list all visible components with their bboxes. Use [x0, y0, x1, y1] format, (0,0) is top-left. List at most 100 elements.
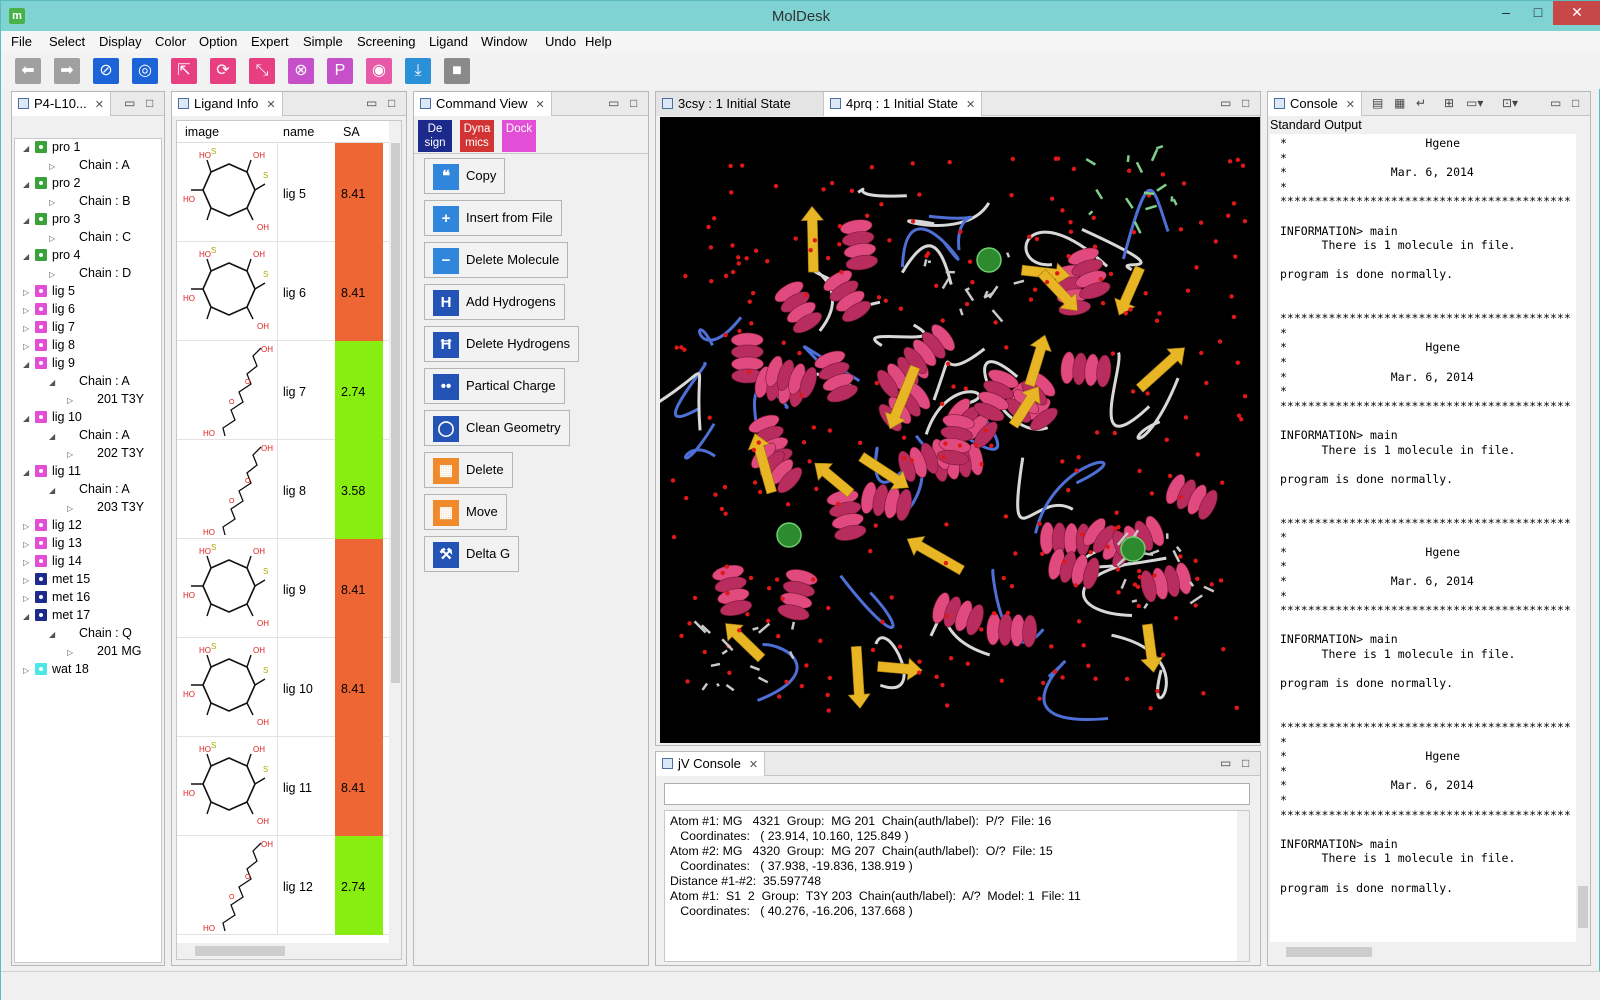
tree-item[interactable]: ▷ 201 MG	[67, 644, 141, 661]
scroll-lock-icon[interactable]: ▦	[1394, 96, 1405, 110]
tree-item[interactable]: ▷ lig 8	[23, 338, 75, 355]
menu-display[interactable]: Display	[99, 34, 142, 49]
expand-toggle-icon[interactable]: ▷	[67, 648, 79, 657]
tree-item[interactable]: ▷ Chain : A	[49, 158, 130, 175]
expand-toggle-icon[interactable]: ▷	[67, 504, 79, 513]
ligand-row[interactable]: HO OH HO OH S Slig 5 8.41	[177, 143, 389, 242]
expand-toggle-icon[interactable]: ▷	[49, 234, 61, 243]
vertical-scrollbar[interactable]	[389, 121, 401, 943]
stop-square-icon[interactable]: ■	[444, 58, 470, 84]
maximize-panel-icon[interactable]: □	[1572, 96, 1579, 110]
tree-item[interactable]: ◢ Chain : Q	[49, 626, 132, 643]
close-icon[interactable]: ✕	[1346, 99, 1355, 111]
tree-item[interactable]: ▷ lig 13	[23, 536, 82, 553]
maximize-button[interactable]: □	[1521, 1, 1555, 25]
clear-console-icon[interactable]: ▤	[1372, 96, 1383, 110]
tab-jv-console[interactable]: jV Console ✕	[656, 752, 766, 776]
ligand-row[interactable]: HO OH HO OH S Slig 9 8.41	[177, 539, 389, 638]
maximize-panel-icon[interactable]: □	[1242, 756, 1249, 770]
mode-tab-dock[interactable]: Dock	[502, 120, 536, 152]
add-hydrogens-button[interactable]: H Add Hydrogens	[424, 284, 565, 320]
collapse-toggle-icon[interactable]: ◢	[49, 486, 61, 495]
vertical-scrollbar[interactable]	[1576, 134, 1590, 942]
expand-toggle-icon[interactable]: ▷	[23, 522, 35, 531]
tree-item[interactable]: ▷ Chain : C	[49, 230, 131, 247]
ligand-row[interactable]: OH O O HO lig 8 3.58	[177, 440, 389, 539]
close-icon[interactable]: ✕	[536, 99, 545, 111]
menu-file[interactable]: File	[11, 34, 32, 49]
tab-console[interactable]: Console ✕	[1268, 92, 1362, 116]
horizontal-scrollbar[interactable]	[1270, 944, 1576, 960]
minimize-panel-icon[interactable]: ▭	[366, 96, 377, 110]
delete-button[interactable]: ▦ Delete	[424, 452, 513, 488]
expand-toggle-icon[interactable]: ▷	[49, 162, 61, 171]
collapse-toggle-icon[interactable]: ◢	[23, 360, 35, 369]
minimize-panel-icon[interactable]: ▭	[1220, 756, 1231, 770]
close-icon[interactable]: ✕	[749, 759, 758, 771]
expand-toggle-icon[interactable]: ▷	[49, 270, 61, 279]
tree-item[interactable]: ▷ 203 T3Y	[67, 500, 144, 517]
close-window-button[interactable]: ✕	[1553, 1, 1600, 25]
menu-help[interactable]: Help	[585, 34, 612, 49]
maximize-panel-icon[interactable]: □	[146, 96, 153, 110]
open-console-icon[interactable]: ⊡▾	[1502, 96, 1518, 110]
expand-toggle-icon[interactable]: ▷	[49, 198, 61, 207]
ligand-row[interactable]: HO OH HO OH S Slig 10 8.41	[177, 638, 389, 737]
collapse-toggle-icon[interactable]: ◢	[49, 378, 61, 387]
pin-console-icon[interactable]: ⊞	[1444, 96, 1454, 110]
scrollbar-thumb[interactable]	[195, 946, 285, 956]
display-console-icon[interactable]: ▭▾	[1466, 96, 1483, 110]
scrollbar-thumb[interactable]	[1578, 886, 1588, 928]
ligand-row[interactable]: OH O O HO lig 12 2.74	[177, 836, 389, 935]
tab-tree[interactable]: P4-L10... ✕	[12, 92, 111, 116]
partical-charge-button[interactable]: •• Partical Charge	[424, 368, 565, 404]
molecule-3d-viewer[interactable]	[649, 117, 1260, 743]
jv-command-input[interactable]	[664, 783, 1250, 805]
download-icon[interactable]: ⤓	[405, 58, 431, 84]
horizontal-scrollbar[interactable]	[177, 943, 401, 959]
ligand-row[interactable]: OH O O HO lig 7 2.74	[177, 341, 389, 440]
collapse-toggle-icon[interactable]: ◢	[23, 144, 35, 153]
close-icon[interactable]: ✕	[95, 99, 104, 111]
delta-g-button[interactable]: ⚒ Delta G	[424, 536, 520, 572]
collapse-toggle-icon[interactable]: ◢	[49, 630, 61, 639]
scrollbar-thumb[interactable]	[1286, 947, 1372, 957]
expand-toggle-icon[interactable]: ▷	[23, 288, 35, 297]
hide-icon[interactable]: ⊗	[288, 58, 314, 84]
menu-simple[interactable]: Simple	[303, 34, 343, 49]
menu-color[interactable]: Color	[155, 34, 186, 49]
menu-ligand[interactable]: Ligand	[429, 34, 468, 49]
menu-screening[interactable]: Screening	[357, 34, 416, 49]
ligand-row[interactable]: HO OH HO OH S Slig 11 8.41	[177, 737, 389, 836]
minimize-button[interactable]: –	[1489, 1, 1523, 25]
minimize-panel-icon[interactable]: ▭	[1220, 96, 1231, 110]
column-header-image[interactable]: image	[185, 125, 219, 139]
tab-viewer-3csy[interactable]: 3csy : 1 Initial State	[656, 92, 824, 116]
tree-item[interactable]: ◢ pro 3	[23, 212, 81, 229]
tab-command-view[interactable]: Command View ✕	[414, 92, 552, 116]
expand-toggle-icon[interactable]: ▷	[23, 594, 35, 603]
mode-tab-design[interactable]: De sign	[418, 120, 452, 152]
copy-button[interactable]: ❝ Copy	[424, 158, 506, 194]
menu-option[interactable]: Option	[199, 34, 237, 49]
tree-item[interactable]: ◢ Chain : A	[49, 374, 130, 391]
cancel-circle-icon[interactable]: ⊘	[93, 58, 119, 84]
tree-item[interactable]: ◢ pro 2	[23, 176, 81, 193]
column-header-sa[interactable]: SA	[343, 125, 360, 139]
tree-item[interactable]: ◢ met 17	[23, 608, 90, 625]
expand-toggle-icon[interactable]: ▷	[23, 540, 35, 549]
tree-item[interactable]: ◢ pro 4	[23, 248, 81, 265]
maximize-panel-icon[interactable]: □	[388, 96, 395, 110]
ligand-row[interactable]: HO OH HO OH S Slig 6 8.41	[177, 242, 389, 341]
tree-item[interactable]: ◢ lig 9	[23, 356, 75, 373]
word-wrap-icon[interactable]: ↵	[1416, 96, 1426, 110]
move-button[interactable]: ▦ Move	[424, 494, 507, 530]
tree-item[interactable]: ▷ lig 12	[23, 518, 82, 535]
maximize-panel-icon[interactable]: □	[1242, 96, 1249, 110]
tree-item[interactable]: ▷ 201 T3Y	[67, 392, 144, 409]
delete-molecule-button[interactable]: − Delete Molecule	[424, 242, 569, 278]
collapse-toggle-icon[interactable]: ◢	[23, 252, 35, 261]
close-icon[interactable]: ✕	[266, 99, 275, 111]
tree-item[interactable]: ▷ lig 6	[23, 302, 75, 319]
tree-item[interactable]: ◢ lig 10	[23, 410, 82, 427]
